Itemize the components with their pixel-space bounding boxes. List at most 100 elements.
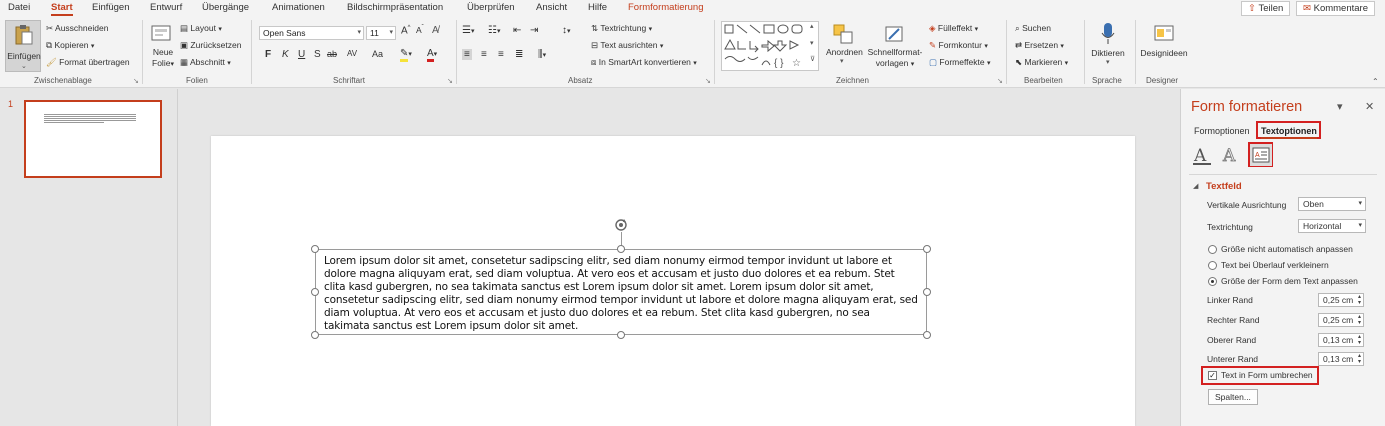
- tab-transitions[interactable]: Übergänge: [202, 2, 249, 13]
- arrange-icon[interactable]: [832, 23, 854, 45]
- increase-indent-button[interactable]: ⇥: [530, 25, 538, 36]
- text-effects-icon[interactable]: A: [1219, 144, 1241, 166]
- new-slide-label-2[interactable]: Folie▾: [148, 58, 178, 70]
- highlight-button[interactable]: ✎▾: [400, 48, 412, 62]
- radio-resize-shape-label[interactable]: Größe der Form dem Text anpassen: [1221, 276, 1358, 286]
- resize-handle-top[interactable]: [617, 245, 625, 253]
- tab-animations[interactable]: Animationen: [272, 2, 325, 13]
- shadow-button[interactable]: S: [314, 49, 321, 60]
- char-spacing-button[interactable]: AV: [347, 49, 357, 58]
- bullets-button[interactable]: ☰▾: [462, 25, 474, 36]
- cut-button[interactable]: ✂ Ausschneiden: [46, 23, 108, 34]
- tab-shape-options[interactable]: Formoptionen: [1194, 126, 1250, 136]
- layout-button[interactable]: ▤ Layout ▾: [180, 23, 222, 34]
- spinner-icon[interactable]: ▴ ▾: [1358, 314, 1361, 326]
- radio-do-not-autofit[interactable]: [1208, 245, 1217, 254]
- resize-handle-top-left[interactable]: [311, 245, 319, 253]
- tab-file[interactable]: Datei: [8, 2, 30, 13]
- drawing-launcher-icon[interactable]: ↘: [997, 77, 1003, 85]
- vertical-align-select[interactable]: Oben ▾: [1298, 197, 1366, 211]
- tab-text-options[interactable]: Textoptionen: [1261, 126, 1317, 136]
- tab-view[interactable]: Ansicht: [536, 2, 567, 13]
- share-button[interactable]: ⇧ Teilen: [1241, 1, 1291, 16]
- gallery-scroll-up-icon[interactable]: ▴: [810, 22, 814, 30]
- resize-handle-bottom[interactable]: [617, 331, 625, 339]
- text-direction-button[interactable]: ⇅ Textrichtung ▾: [591, 23, 652, 34]
- shape-effects-button[interactable]: ▢ Formeffekte ▾: [929, 57, 991, 68]
- tab-insert[interactable]: Einfügen: [92, 2, 130, 13]
- text-fill-outline-icon[interactable]: A: [1191, 144, 1213, 166]
- text-direction-select[interactable]: Horizontal ▾: [1298, 219, 1366, 233]
- bottom-margin-input[interactable]: 0,13 cm ▴ ▾: [1318, 352, 1364, 366]
- resize-handle-bottom-left[interactable]: [311, 331, 319, 339]
- font-size-combo[interactable]: 11 ▾: [366, 26, 396, 40]
- italic-button[interactable]: K: [282, 49, 289, 60]
- arrange-button[interactable]: Anordnen: [826, 47, 863, 57]
- dictate-button[interactable]: Diktieren: [1088, 48, 1128, 58]
- paragraph-launcher-icon[interactable]: ↘: [705, 77, 711, 85]
- bold-button[interactable]: F: [265, 49, 271, 60]
- new-slide-label[interactable]: Neue: [148, 47, 178, 57]
- radio-shrink-on-overflow-label[interactable]: Text bei Überlauf verkleinern: [1221, 260, 1329, 270]
- align-left-button[interactable]: ≡: [462, 49, 472, 60]
- change-case-button[interactable]: Aa: [372, 49, 383, 59]
- paste-button[interactable]: Einfügen ⌄: [5, 20, 41, 72]
- close-icon[interactable]: ✕: [1365, 100, 1374, 113]
- resize-handle-right[interactable]: [923, 288, 931, 296]
- font-color-button[interactable]: A▾: [427, 48, 437, 62]
- spinner-icon[interactable]: ▴ ▾: [1358, 334, 1361, 346]
- tab-help[interactable]: Hilfe: [588, 2, 607, 13]
- justify-button[interactable]: ≣: [515, 49, 523, 60]
- slide-thumbnail[interactable]: [24, 100, 162, 178]
- replace-button[interactable]: ⇄ Ersetzen ▾: [1015, 40, 1064, 51]
- grow-font-button[interactable]: A^: [401, 25, 411, 36]
- section-button[interactable]: ▦ Abschnitt ▾: [180, 57, 231, 68]
- new-slide-icon[interactable]: [151, 23, 173, 43]
- collapse-section-icon[interactable]: ◢: [1193, 182, 1198, 190]
- underline-button[interactable]: U: [298, 49, 305, 60]
- find-button[interactable]: ⌕ Suchen: [1015, 23, 1051, 34]
- copy-button[interactable]: ⧉ Kopieren ▾: [46, 40, 94, 51]
- resize-handle-top-right[interactable]: [923, 245, 931, 253]
- tab-slideshow[interactable]: Bildschirmpräsentation: [347, 2, 443, 13]
- select-button[interactable]: ⬉ Markieren ▾: [1015, 57, 1068, 68]
- line-spacing-button[interactable]: ↕▾: [562, 25, 571, 36]
- font-name-combo[interactable]: Open Sans ▾: [259, 26, 364, 40]
- right-margin-input[interactable]: 0,25 cm ▴ ▾: [1318, 313, 1364, 327]
- design-ideas-button[interactable]: Designideen: [1138, 48, 1190, 58]
- radio-do-not-autofit-label[interactable]: Größe nicht automatisch anpassen: [1221, 244, 1353, 254]
- tab-shape-format[interactable]: Formformatierung: [628, 2, 704, 13]
- columns-button[interactable]: Spalten...: [1208, 389, 1258, 405]
- radio-shrink-on-overflow[interactable]: [1208, 261, 1217, 270]
- decrease-indent-button[interactable]: ⇤: [513, 25, 521, 36]
- slide-canvas[interactable]: Lorem ipsum dolor sit amet, consetetur s…: [211, 136, 1135, 426]
- collapse-ribbon-icon[interactable]: ⌃: [1372, 77, 1379, 86]
- gallery-scroll-down-icon[interactable]: ▾: [810, 39, 814, 47]
- shrink-font-button[interactable]: Aˇ: [416, 25, 424, 35]
- selected-text-box[interactable]: Lorem ipsum dolor sit amet, consetetur s…: [315, 249, 927, 335]
- shape-fill-button[interactable]: ◈ Fülleffekt ▾: [929, 23, 978, 34]
- shapes-gallery[interactable]: { } ☆: [721, 21, 819, 71]
- pane-options-icon[interactable]: ▾: [1337, 100, 1343, 113]
- shape-outline-button[interactable]: ✎ Formkontur ▾: [929, 40, 988, 51]
- comments-button[interactable]: ✉ Kommentare: [1296, 1, 1375, 16]
- microphone-icon[interactable]: [1100, 22, 1116, 46]
- strikethrough-button[interactable]: ab: [327, 49, 337, 59]
- smartart-button[interactable]: ⧈ In SmartArt konvertieren ▾: [591, 57, 697, 68]
- tab-home[interactable]: Start: [51, 2, 73, 16]
- design-ideas-icon[interactable]: [1153, 22, 1175, 44]
- align-right-button[interactable]: ≡: [498, 49, 504, 60]
- resize-handle-left[interactable]: [311, 288, 319, 296]
- text-box-content[interactable]: Lorem ipsum dolor sit amet, consetetur s…: [324, 255, 918, 332]
- gallery-more-icon[interactable]: ⊽: [810, 55, 815, 63]
- wrap-text-label[interactable]: Text in Form umbrechen: [1221, 370, 1313, 380]
- quick-styles-icon[interactable]: [883, 23, 905, 45]
- radio-resize-shape[interactable]: [1208, 277, 1217, 286]
- clear-format-icon[interactable]: A̸: [432, 25, 439, 36]
- tab-design[interactable]: Entwurf: [150, 2, 182, 13]
- spinner-icon[interactable]: ▴ ▾: [1358, 294, 1361, 306]
- spinner-icon[interactable]: ▴ ▾: [1358, 353, 1361, 365]
- format-painter-button[interactable]: 🖌 Format übertragen: [46, 57, 130, 68]
- wrap-text-checkbox[interactable]: ✓: [1208, 371, 1217, 380]
- numbering-button[interactable]: ☷▾: [488, 25, 500, 36]
